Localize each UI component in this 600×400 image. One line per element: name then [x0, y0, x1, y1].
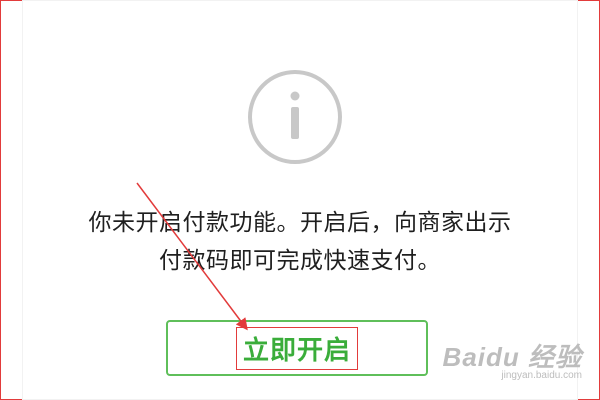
- enable-now-label: 立即开启: [235, 326, 358, 370]
- message-line-2: 付款码即可完成快速支付。: [159, 248, 441, 274]
- baidu-jingyan-watermark: Baidu 经验 jingyan.baidu.com: [443, 344, 582, 382]
- message-line-1: 你未开启付款功能。开启后，向商家出示: [88, 210, 512, 236]
- enable-now-button[interactable]: 立即开启: [166, 320, 428, 376]
- payment-disabled-message: 你未开启付款功能。开启后，向商家出示 付款码即可完成快速支付。: [0, 204, 600, 280]
- info-icon: [248, 70, 342, 164]
- watermark-logo: Baidu 经验: [442, 342, 582, 372]
